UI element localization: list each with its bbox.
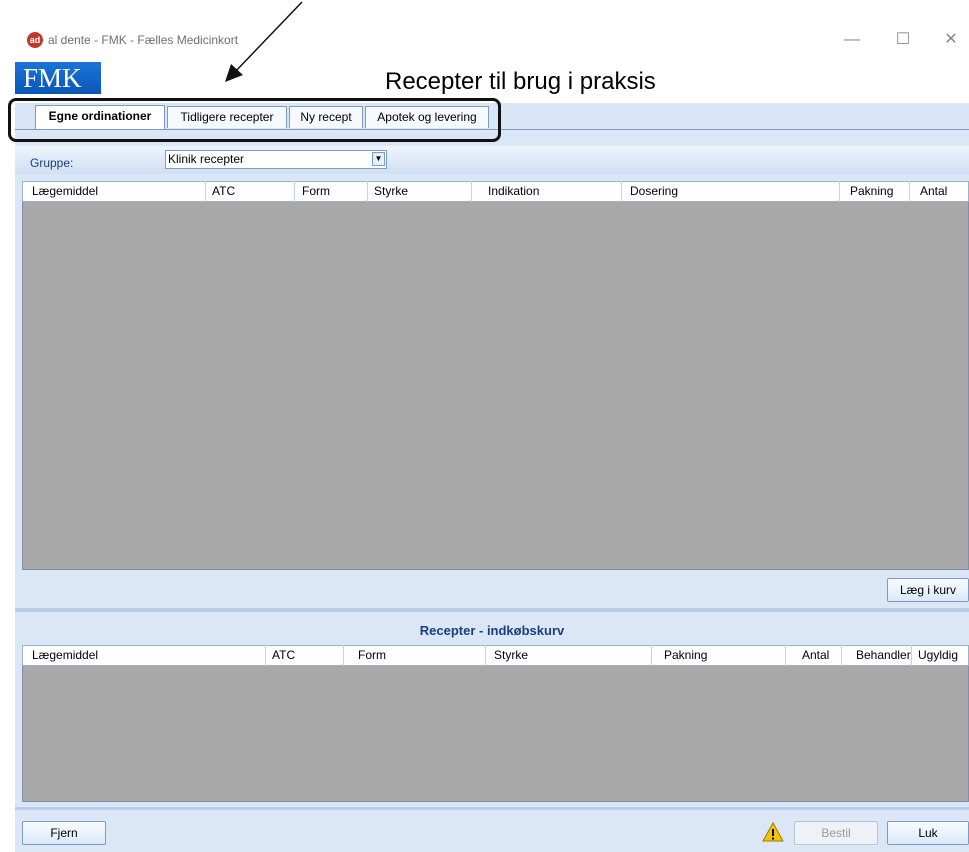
- column-header[interactable]: Lægemiddel: [30, 181, 206, 202]
- window-title: al dente - FMK - Fælles Medicinkort: [48, 33, 239, 47]
- page-title: Recepter til brug i praksis: [385, 68, 656, 95]
- minimize-button[interactable]: —: [834, 28, 870, 52]
- column-header[interactable]: Antal: [800, 645, 842, 666]
- column-header[interactable]: Form: [300, 181, 368, 202]
- group-select-value[interactable]: Klinik recepter: [168, 152, 244, 166]
- close-button[interactable]: Luk: [887, 821, 969, 845]
- annotation-arrow-icon: [225, 1, 303, 82]
- group-label: Gruppe:: [30, 156, 74, 170]
- maximize-button[interactable]: ☐: [885, 28, 921, 52]
- orders-table-body[interactable]: [22, 202, 969, 570]
- column-header[interactable]: Lægemiddel: [30, 645, 266, 666]
- warning-icon: [762, 822, 784, 842]
- tabs-highlight-box: [8, 98, 501, 142]
- column-header[interactable]: Behandler: [854, 645, 912, 666]
- add-to-basket-button[interactable]: Læg i kurv: [887, 578, 969, 602]
- column-header[interactable]: Ugyldig: [916, 645, 969, 666]
- app-icon: ad: [27, 32, 43, 48]
- remove-button[interactable]: Fjern: [22, 821, 106, 845]
- column-header[interactable]: Styrke: [492, 645, 652, 666]
- fmk-logo: FMK: [15, 62, 101, 94]
- column-header[interactable]: Pakning: [848, 181, 910, 202]
- column-header[interactable]: Indikation: [486, 181, 622, 202]
- column-header[interactable]: Pakning: [662, 645, 786, 666]
- splitter[interactable]: [15, 608, 969, 612]
- basket-title: Recepter - indkøbskurv: [419, 623, 565, 638]
- basket-table-body[interactable]: [22, 666, 969, 802]
- close-window-button[interactable]: ✕: [933, 28, 969, 52]
- column-header[interactable]: ATC: [210, 181, 295, 202]
- column-header[interactable]: Form: [356, 645, 486, 666]
- column-header[interactable]: ATC: [270, 645, 344, 666]
- column-header[interactable]: Dosering: [628, 181, 840, 202]
- column-header[interactable]: Styrke: [372, 181, 472, 202]
- footer-divider: [15, 807, 969, 810]
- column-header[interactable]: Antal: [918, 181, 969, 202]
- order-button[interactable]: Bestil: [794, 821, 878, 845]
- chevron-down-icon[interactable]: ▼: [372, 152, 385, 166]
- group-bar: [15, 146, 969, 174]
